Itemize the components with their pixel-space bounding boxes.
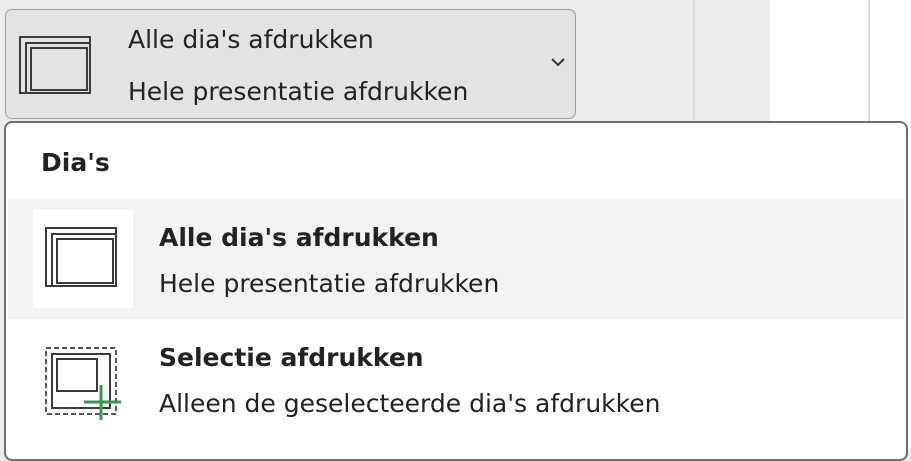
menu-item-print-selection[interactable]: Selectie afdrukken Alleen de geselecteer… xyxy=(8,319,904,439)
chevron-down-icon[interactable] xyxy=(549,54,567,68)
menu-section-header: Dia's xyxy=(41,148,110,177)
dropdown-subtitle: Hele presentatie afdrukken xyxy=(128,77,469,106)
menu-item-title: Alle dia's afdrukken xyxy=(159,223,439,252)
selection-slides-icon xyxy=(45,347,121,420)
menu-item-icon-box xyxy=(33,210,133,308)
menu-item-subtitle: Alleen de geselecteerde dia's afdrukken xyxy=(159,389,661,418)
print-range-dropdown[interactable]: Alle dia's afdrukken Hele presentatie af… xyxy=(5,9,576,119)
menu-item-icon-box xyxy=(33,330,133,428)
menu-item-title: Selectie afdrukken xyxy=(159,343,424,372)
menu-item-subtitle: Hele presentatie afdrukken xyxy=(159,269,500,298)
menu-item-all-slides[interactable]: Alle dia's afdrukken Hele presentatie af… xyxy=(8,199,904,319)
print-range-menu: Dia's Alle dia's afdrukken Hele presenta… xyxy=(4,121,908,461)
all-slides-icon xyxy=(19,36,91,94)
all-slides-icon xyxy=(45,227,117,287)
dropdown-title: Alle dia's afdrukken xyxy=(128,25,374,54)
